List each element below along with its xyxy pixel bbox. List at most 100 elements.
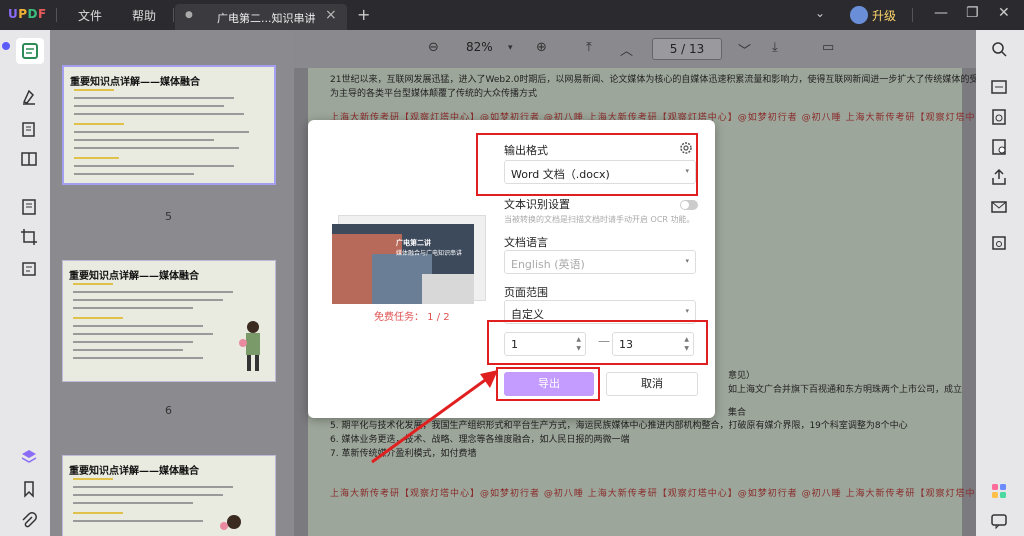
document-language-value: English (英语): [511, 258, 585, 271]
minimize-icon[interactable]: —: [934, 5, 948, 21]
thumbnail-panel: 重要知识点详解——媒体融合 5 重要知识点详解——媒体融合 6 重要知识点详解—…: [50, 30, 294, 536]
document-text-line: 5. 期平化与技术化发展，我国生产组织形式和平台生产方式，海运民族媒体中心推进内…: [330, 421, 908, 431]
chevron-down-icon[interactable]: ⌄: [815, 6, 825, 20]
range-to-value: 13: [619, 338, 633, 351]
stepper-icon[interactable]: ▲ ▼: [684, 335, 689, 353]
range-from-input[interactable]: 1 ▲ ▼: [504, 332, 586, 356]
new-tab-icon[interactable]: +: [357, 5, 370, 24]
page-range-value: 自定义: [511, 308, 544, 321]
restore-icon[interactable]: ❐: [966, 5, 979, 21]
chevron-down-icon: ▾: [685, 257, 689, 265]
title-separator: [912, 8, 913, 22]
title-separator: [173, 8, 174, 22]
document-text-line: 21世纪以来，互联网发展迅猛，进入了Web2.0时期后，以网易新闻、论文媒体为核…: [330, 75, 1024, 85]
document-language-select[interactable]: English (英语) ▾: [504, 250, 696, 274]
export-dialog: 广电第二讲 媒体融合与广电知识串讲 免费任务： 1 / 2 输出格式 Word …: [308, 120, 715, 418]
thumbnail-page-7[interactable]: 重要知识点详解——媒体融合: [62, 455, 276, 536]
watermark-text: 上海大新传考研【观察灯塔中心】@如梦初行者 @初八睡 上海大新传考研【观察灯塔中…: [330, 489, 976, 499]
preview-title: 广电第二讲: [396, 239, 431, 247]
cancel-button[interactable]: 取消: [606, 372, 698, 396]
search-icon[interactable]: [990, 40, 1010, 60]
ocr-hint: 当被转换的文档是扫描文档时请手动开启 OCR 功能。: [504, 215, 695, 224]
document-text-fragment: 集合: [728, 408, 747, 418]
organize-pages-icon[interactable]: [20, 198, 40, 218]
attachment-icon[interactable]: [20, 512, 40, 532]
document-language-label: 文档语言: [504, 236, 548, 249]
ai-assistant-icon[interactable]: [990, 482, 1010, 502]
page-range-select[interactable]: 自定义 ▾: [504, 300, 696, 324]
zoom-dropdown-icon[interactable]: ▾: [508, 43, 513, 53]
left-toolbar: [0, 30, 50, 536]
panel-handle-icon[interactable]: [2, 42, 10, 50]
thumbnail-page-number: 5: [165, 210, 172, 223]
thumbnail-page-6[interactable]: 重要知识点详解——媒体融合: [62, 260, 276, 382]
chat-icon[interactable]: [990, 512, 1010, 532]
thumbnail-heading: 重要知识点详解——媒体融合: [70, 77, 200, 88]
range-to-input[interactable]: 13 ▲ ▼: [612, 332, 694, 356]
document-tab[interactable]: ● 广电第二...知识串讲 ×: [175, 4, 347, 30]
save-icon[interactable]: [990, 234, 1010, 254]
tab-label: 广电第二...知识串讲: [217, 12, 316, 25]
edit-pdf-icon[interactable]: [20, 120, 40, 140]
avatar: [850, 6, 868, 24]
crop-icon[interactable]: [20, 228, 40, 248]
comment-icon[interactable]: ▭: [822, 40, 834, 55]
next-page-icon[interactable]: ﹀: [738, 40, 751, 59]
zoom-in-icon[interactable]: ⊕: [536, 40, 547, 55]
previous-page-icon[interactable]: ︿: [620, 40, 633, 59]
page-range-label: 页面范围: [504, 286, 548, 299]
illustration-figure: [239, 319, 263, 371]
document-preview: 广电第二讲 媒体融合与广电知识串讲: [332, 224, 474, 304]
pages-icon[interactable]: [20, 150, 40, 170]
free-task-counter: 免费任务： 1 / 2: [374, 312, 450, 323]
tab-dot-icon: ●: [185, 10, 193, 20]
view-toolbar: ⊖ 82% ▾ ⊕ ⤒ ︿ 5 / 13 ﹀ ⤓ ▭: [294, 30, 976, 68]
reader-mode-icon[interactable]: [16, 38, 44, 64]
thumbnail-page-number: 6: [165, 404, 172, 417]
email-icon[interactable]: [990, 198, 1010, 218]
output-format-value: Word 文档（.docx): [511, 168, 610, 181]
range-separator: —: [598, 334, 610, 348]
output-format-select[interactable]: Word 文档（.docx) ▾: [504, 160, 696, 184]
ocr-toggle[interactable]: [680, 200, 698, 210]
highlighter-icon[interactable]: [20, 88, 40, 108]
thumbnail-heading: 重要知识点详解——媒体融合: [69, 271, 199, 282]
first-page-icon[interactable]: ⤒: [586, 40, 592, 55]
export-button[interactable]: 导出: [504, 372, 594, 396]
title-separator: [56, 8, 57, 22]
gear-icon[interactable]: [678, 140, 694, 156]
document-text-line: 6. 媒体业务更迭，技术、战略、理念等各维度融合，如人民日报的两微一端: [330, 435, 630, 445]
page-number-input[interactable]: 5 / 13: [652, 38, 722, 60]
preview-subtitle: 媒体融合与广电知识串讲: [396, 250, 463, 257]
menu-help[interactable]: 帮助: [132, 7, 156, 24]
last-page-icon[interactable]: ⤓: [772, 40, 778, 55]
document-text-fragment: 意见）: [728, 371, 756, 381]
upgrade-button[interactable]: 升级: [848, 4, 900, 26]
right-toolbar: [976, 30, 1024, 536]
bookmark-icon[interactable]: [20, 480, 40, 500]
thumbnail-heading: 重要知识点详解——媒体融合: [69, 466, 199, 477]
range-from-value: 1: [511, 338, 518, 351]
chevron-down-icon: ▾: [685, 307, 689, 315]
title-bar: UPDF 文件 帮助 ● 广电第二...知识串讲 × + ⌄ 升级 — ❐ ✕: [0, 0, 1024, 30]
document-text-line: 为主导的各类平台型媒体颠覆了传统的大众传播方式: [330, 89, 538, 99]
chevron-down-icon: ▾: [685, 167, 689, 175]
protect-icon[interactable]: [990, 138, 1010, 158]
thumbnail-page-5[interactable]: 重要知识点详解——媒体融合: [62, 65, 276, 185]
document-text-fragment: 如上海文广合并旗下百视通和东方明珠两个上市公司，成立: [728, 385, 963, 395]
layers-icon[interactable]: [20, 448, 40, 468]
ocr-settings-label: 文本识别设置: [504, 198, 570, 211]
tab-close-icon[interactable]: ×: [325, 7, 337, 23]
zoom-level[interactable]: 82%: [466, 40, 493, 54]
ocr-icon[interactable]: [990, 78, 1010, 98]
zoom-out-icon[interactable]: ⊖: [428, 40, 439, 55]
output-format-label: 输出格式: [504, 144, 548, 157]
stepper-icon[interactable]: ▲ ▼: [576, 335, 581, 353]
convert-icon[interactable]: [990, 108, 1010, 128]
document-text-line: 7. 革新传统媒介盈利模式，如付费墙: [330, 449, 477, 459]
close-window-icon[interactable]: ✕: [998, 5, 1010, 21]
share-icon[interactable]: [990, 168, 1010, 188]
forms-icon[interactable]: [20, 260, 40, 280]
menu-file[interactable]: 文件: [78, 7, 102, 24]
illustration-figure: [219, 512, 243, 536]
